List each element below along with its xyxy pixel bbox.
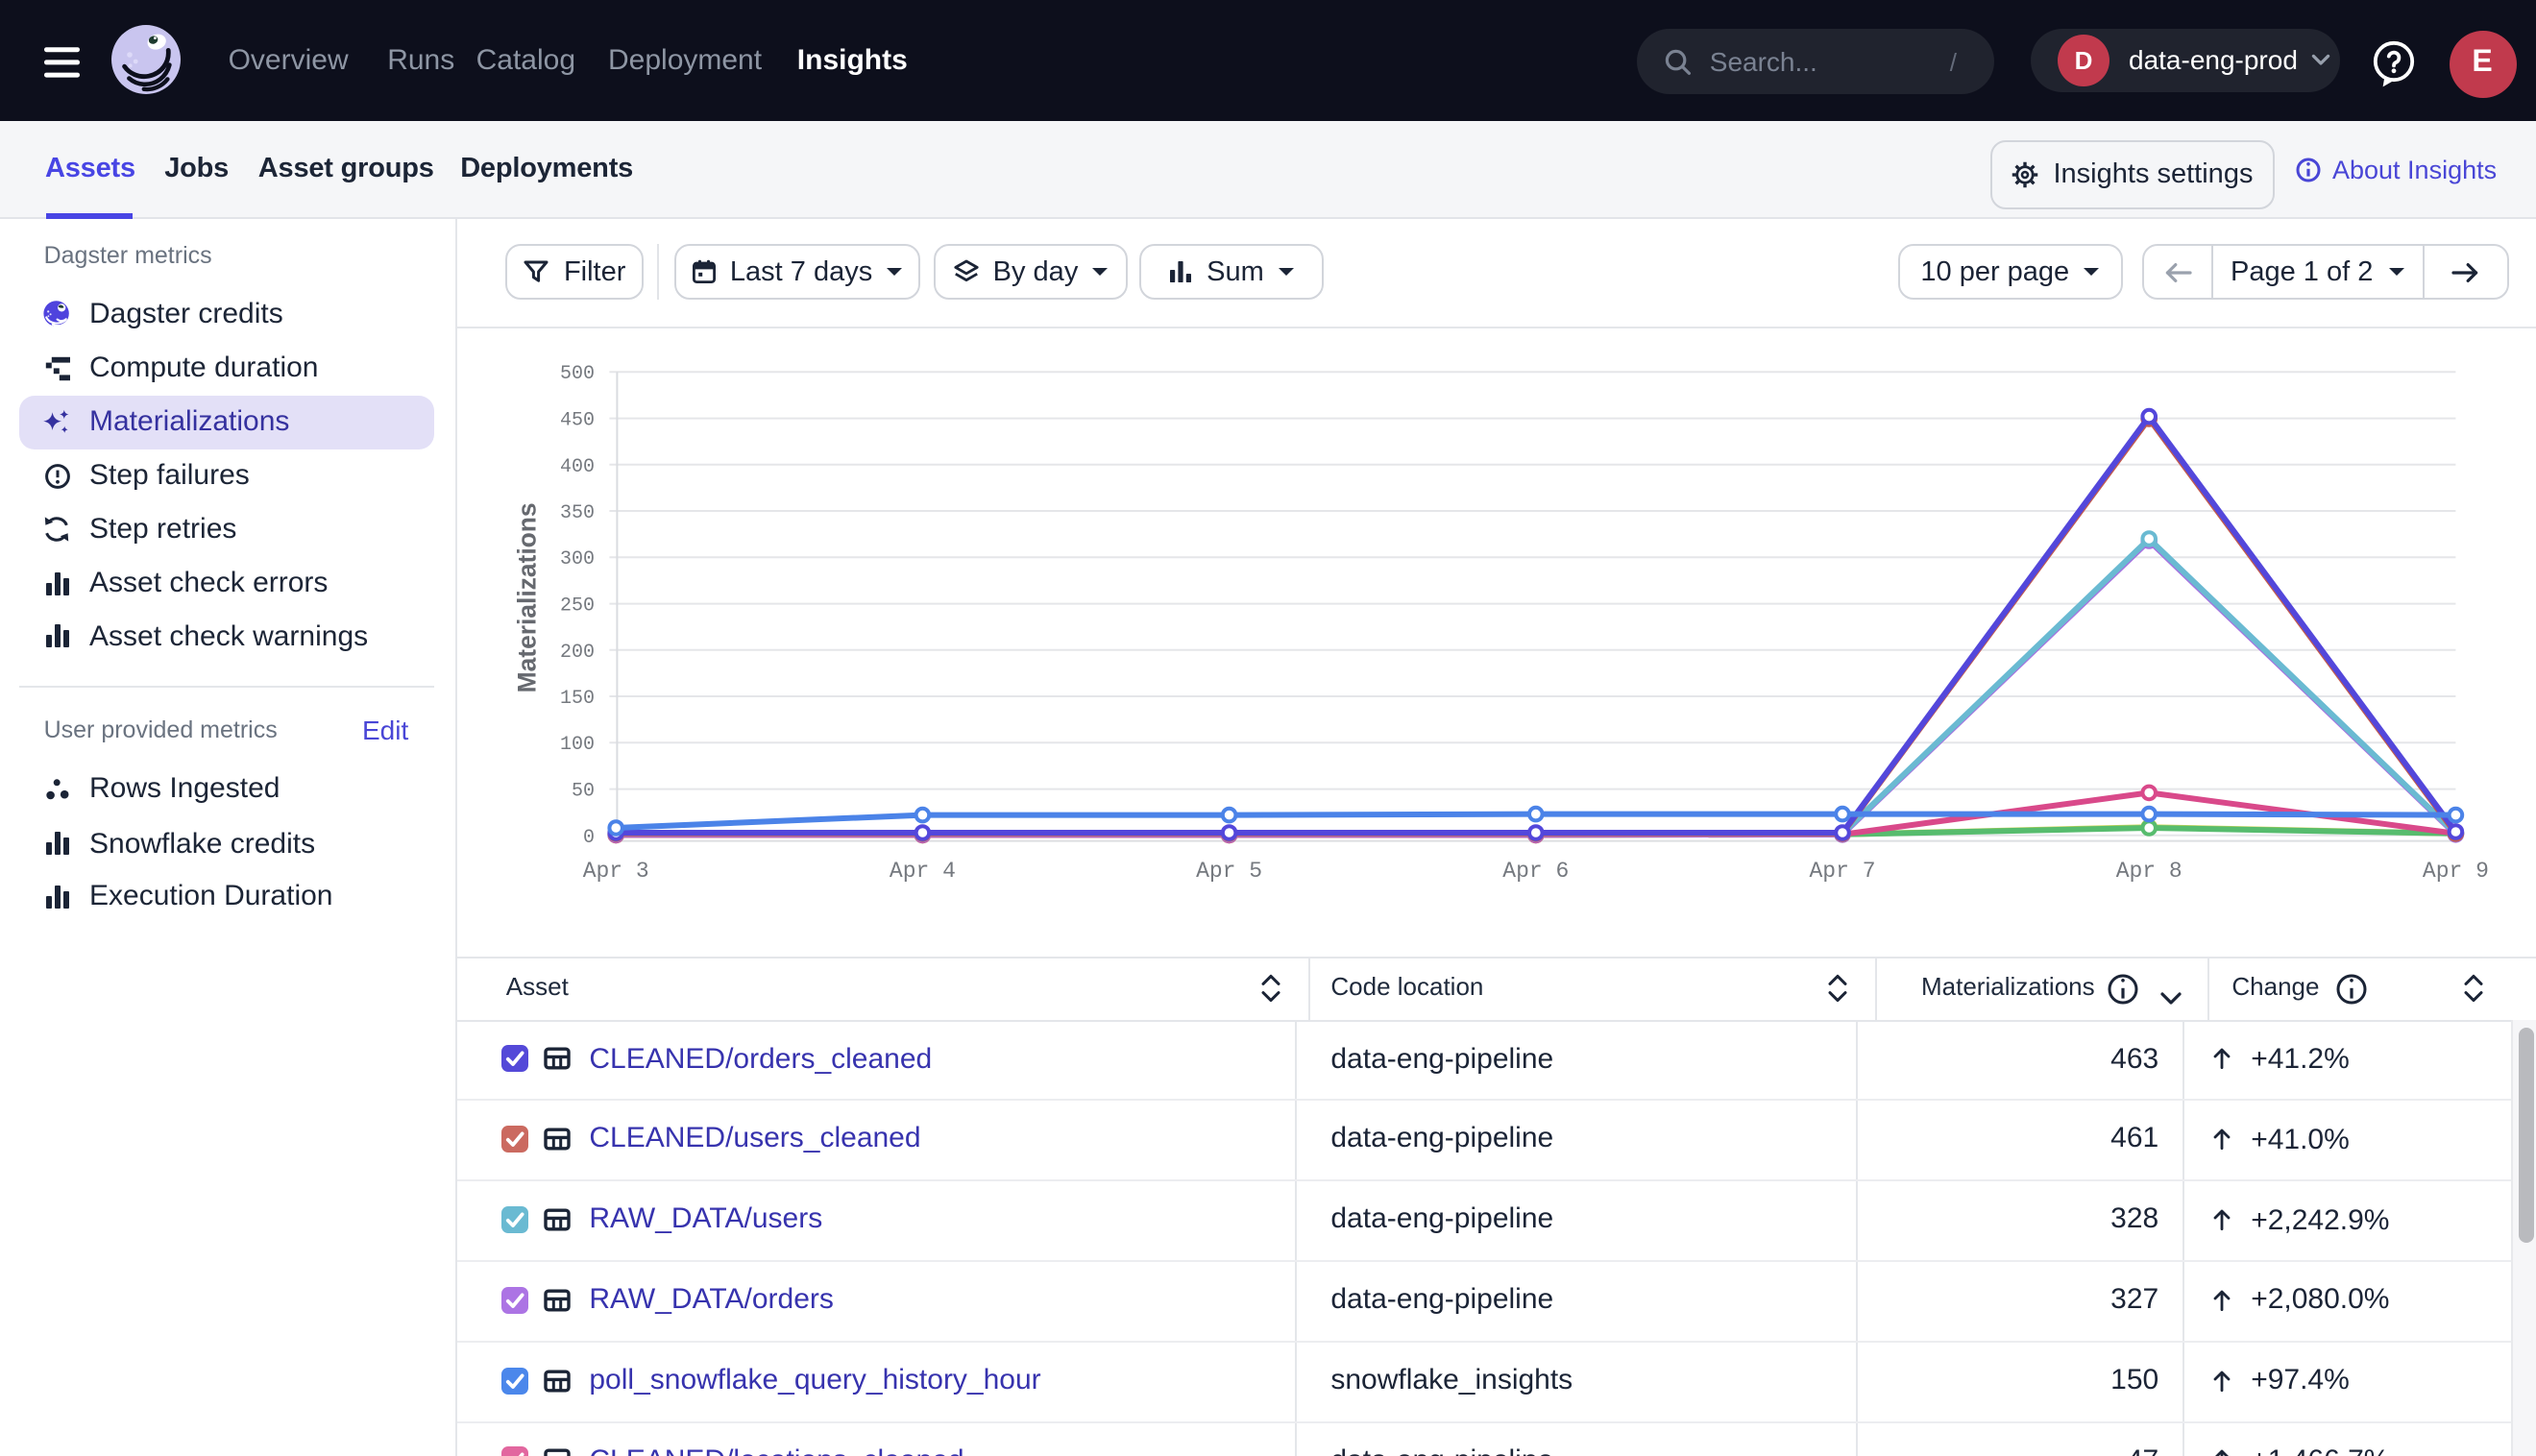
svg-text:250: 250	[560, 595, 595, 618]
svg-text:500: 500	[560, 363, 595, 385]
svg-text:350: 350	[560, 502, 595, 524]
svg-text:Apr 5: Apr 5	[1196, 859, 1262, 884]
svg-text:0: 0	[583, 827, 595, 849]
svg-text:Apr 6: Apr 6	[1502, 859, 1569, 884]
svg-text:Apr 8: Apr 8	[2116, 859, 2182, 884]
svg-text:400: 400	[560, 456, 595, 478]
svg-text:Materializations: Materializations	[513, 502, 542, 692]
svg-text:200: 200	[560, 642, 595, 664]
svg-text:450: 450	[560, 410, 595, 432]
svg-text:100: 100	[560, 734, 595, 756]
svg-text:50: 50	[572, 781, 595, 803]
svg-text:Apr 7: Apr 7	[1809, 859, 1875, 884]
svg-text:300: 300	[560, 548, 595, 570]
svg-text:Apr 4: Apr 4	[890, 859, 956, 884]
svg-text:Apr 3: Apr 3	[583, 859, 649, 884]
svg-text:Apr 9: Apr 9	[2423, 859, 2489, 884]
svg-text:150: 150	[560, 688, 595, 710]
